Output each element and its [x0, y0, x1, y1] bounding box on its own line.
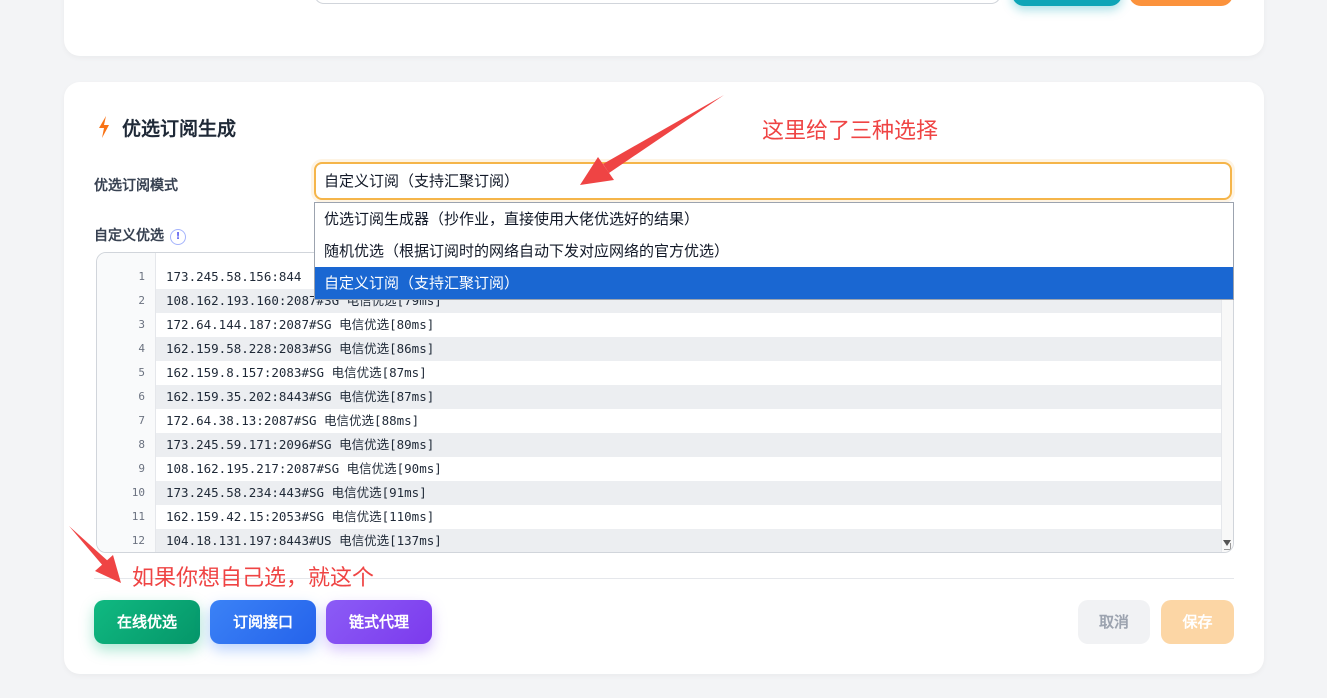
editor-line: 4 162.159.58.228:2083#SG 电信优选[86ms]	[97, 337, 1223, 361]
line-text: 162.159.8.157:2083#SG 电信优选[87ms]	[166, 365, 427, 380]
mode-dropdown: 优选订阅生成器（抄作业，直接使用大佬优选好的结果） 随机优选（根据订阅时的网络自…	[314, 202, 1234, 300]
line-number: 9	[138, 462, 145, 475]
custom-label-row: 自定义优选!	[94, 225, 186, 245]
chain-proxy-button[interactable]: 链式代理	[326, 600, 432, 644]
mode-label: 优选订阅模式	[94, 178, 178, 194]
save-button[interactable]: 保存	[1161, 600, 1234, 644]
line-number: 12	[131, 534, 145, 547]
editor-line: 9 108.162.195.217:2087#SG 电信优选[90ms]	[97, 457, 1223, 481]
editor-line: 12 104.18.131.197:8443#US 电信优选[137ms]	[97, 529, 1223, 552]
annotation-bottom: 如果你想自己选，就这个	[132, 566, 375, 591]
mode-select[interactable]: 自定义订阅（支持汇聚订阅）	[314, 162, 1232, 200]
line-number: 2	[138, 294, 145, 307]
line-text: 173.245.58.234:443#SG 电信优选[91ms]	[156, 481, 1223, 505]
line-text: 162.159.58.228:2083#SG 电信优选[86ms]	[156, 337, 1223, 361]
line-number: 11	[131, 510, 145, 523]
line-number: 1	[138, 270, 145, 283]
line-number: 8	[138, 438, 145, 451]
editor-line: 8 173.245.59.171:2096#SG 电信优选[89ms]	[97, 433, 1223, 457]
line-text: 172.64.144.187:2087#SG 电信优选[80ms]	[166, 317, 435, 332]
editor-line: 6 162.159.35.202:8443#SG 电信优选[87ms]	[97, 385, 1223, 409]
previous-card	[64, 0, 1264, 56]
previous-input[interactable]	[314, 0, 1001, 4]
online-optimize-button[interactable]: 在线优选	[94, 600, 200, 644]
mode-select-value: 自定义订阅（支持汇聚订阅）	[324, 172, 520, 190]
lightning-icon	[99, 116, 109, 138]
previous-orange-button[interactable]	[1129, 0, 1233, 6]
line-number: 7	[138, 414, 145, 427]
previous-teal-button[interactable]	[1012, 0, 1122, 6]
info-icon[interactable]: !	[170, 229, 186, 245]
editor-line: 5 162.159.8.157:2083#SG 电信优选[87ms]	[97, 361, 1223, 385]
editor-line: 11 162.159.42.15:2053#SG 电信优选[110ms]	[97, 505, 1223, 529]
subscription-api-button[interactable]: 订阅接口	[210, 600, 316, 644]
mode-option-3[interactable]: 自定义订阅（支持汇聚订阅）	[315, 267, 1233, 299]
line-text: 108.162.195.217:2087#SG 电信优选[90ms]	[166, 461, 442, 476]
line-number: 4	[138, 342, 145, 355]
line-number: 5	[138, 366, 145, 379]
line-text: 172.64.38.13:2087#SG 电信优选[88ms]	[166, 413, 420, 428]
resize-grip-icon[interactable]	[1224, 543, 1231, 550]
editor-line: 3 172.64.144.187:2087#SG 电信优选[80ms]	[97, 313, 1223, 337]
editor-line: 10 173.245.58.234:443#SG 电信优选[91ms]	[97, 481, 1223, 505]
line-number: 10	[131, 486, 145, 499]
annotation-top: 这里给了三种选择	[762, 119, 939, 144]
editor-line: 7 172.64.38.13:2087#SG 电信优选[88ms]	[97, 409, 1223, 433]
line-text: 173.245.59.171:2096#SG 电信优选[89ms]	[156, 433, 1223, 457]
cancel-button[interactable]: 取消	[1078, 600, 1150, 644]
line-number: 6	[138, 390, 145, 403]
custom-label: 自定义优选	[94, 228, 164, 244]
section-header: 优选订阅生成	[96, 114, 236, 140]
line-text: 104.18.131.197:8443#US 电信优选[137ms]	[156, 529, 1223, 552]
line-text: 162.159.42.15:2053#SG 电信优选[110ms]	[166, 509, 435, 524]
section-title: 优选订阅生成	[122, 117, 237, 140]
mode-option-2[interactable]: 随机优选（根据订阅时的网络自动下发对应网络的官方优选）	[315, 235, 1233, 267]
mode-option-1[interactable]: 优选订阅生成器（抄作业，直接使用大佬优选好的结果）	[315, 203, 1233, 235]
line-text: 162.159.35.202:8443#SG 电信优选[87ms]	[156, 385, 1223, 409]
line-number: 3	[138, 318, 145, 331]
